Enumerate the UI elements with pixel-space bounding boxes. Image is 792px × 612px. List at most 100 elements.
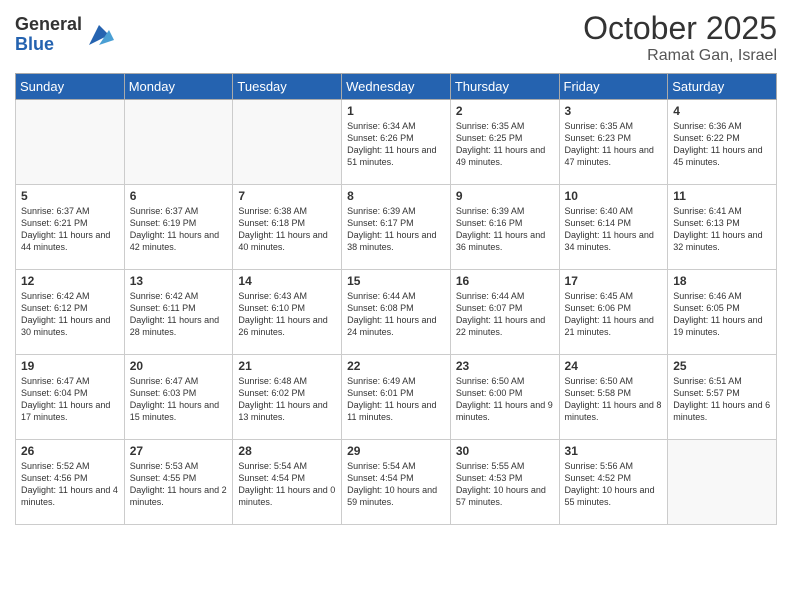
cell-details: Sunrise: 6:39 AMSunset: 6:17 PMDaylight:… bbox=[347, 205, 445, 254]
calendar-cell: 2 Sunrise: 6:35 AMSunset: 6:25 PMDaylight… bbox=[450, 100, 559, 185]
cell-details: Sunrise: 6:37 AMSunset: 6:19 PMDaylight:… bbox=[130, 205, 228, 254]
day-number: 5 bbox=[21, 189, 119, 203]
weekday-header: Wednesday bbox=[342, 74, 451, 100]
header: General Blue October 2025 Ramat Gan, Isr… bbox=[15, 10, 777, 65]
cell-details: Sunrise: 5:54 AMSunset: 4:54 PMDaylight:… bbox=[238, 460, 336, 509]
calendar-cell: 19 Sunrise: 6:47 AMSunset: 6:04 PMDayligh… bbox=[16, 355, 125, 440]
weekday-header: Monday bbox=[124, 74, 233, 100]
calendar-cell: 14Sunrise: 6:43 AMSunset: 6:10 PMDayligh… bbox=[233, 270, 342, 355]
calendar-week-row: 26Sunrise: 5:52 AMSunset: 4:56 PMDayligh… bbox=[16, 440, 777, 525]
cell-details: Sunrise: 5:52 AMSunset: 4:56 PMDaylight:… bbox=[21, 460, 119, 509]
calendar-week-row: 1 Sunrise: 6:34 AMSunset: 6:26 PMDaylight… bbox=[16, 100, 777, 185]
calendar-cell: 7Sunrise: 6:38 AMSunset: 6:18 PMDaylight… bbox=[233, 185, 342, 270]
day-number: 30 bbox=[456, 444, 554, 458]
cell-details: Sunrise: 6:35 AMSunset: 6:23 PMDaylight:… bbox=[565, 120, 663, 169]
cell-details: Sunrise: 5:56 AMSunset: 4:52 PMDaylight:… bbox=[565, 460, 663, 509]
cell-details: Sunrise: 6:44 AMSunset: 6:08 PMDaylight:… bbox=[347, 290, 445, 339]
day-number: 18 bbox=[673, 274, 771, 288]
cell-details: Sunrise: 6:44 AMSunset: 6:07 PMDaylight:… bbox=[456, 290, 554, 339]
calendar-cell: 1 Sunrise: 6:34 AMSunset: 6:26 PMDaylight… bbox=[342, 100, 451, 185]
calendar-cell: 12 Sunrise: 6:42 AMSunset: 6:12 PMDayligh… bbox=[16, 270, 125, 355]
calendar-cell bbox=[16, 100, 125, 185]
cell-details: Sunrise: 6:39 AMSunset: 6:16 PMDaylight:… bbox=[456, 205, 554, 254]
calendar-cell bbox=[668, 440, 777, 525]
calendar-cell bbox=[124, 100, 233, 185]
cell-details: Sunrise: 6:35 AMSunset: 6:25 PMDaylight:… bbox=[456, 120, 554, 169]
day-number: 14 bbox=[238, 274, 336, 288]
cell-details: Sunrise: 6:48 AMSunset: 6:02 PMDaylight:… bbox=[238, 375, 336, 424]
calendar-cell: 25 Sunrise: 6:51 AMSunset: 5:57 PMDayligh… bbox=[668, 355, 777, 440]
weekday-header: Tuesday bbox=[233, 74, 342, 100]
day-number: 29 bbox=[347, 444, 445, 458]
calendar-week-row: 19 Sunrise: 6:47 AMSunset: 6:04 PMDayligh… bbox=[16, 355, 777, 440]
cell-details: Sunrise: 6:34 AMSunset: 6:26 PMDaylight:… bbox=[347, 120, 445, 169]
weekday-header: Thursday bbox=[450, 74, 559, 100]
title-section: October 2025 Ramat Gan, Israel bbox=[583, 10, 777, 65]
day-number: 4 bbox=[673, 104, 771, 118]
day-number: 15 bbox=[347, 274, 445, 288]
day-number: 16 bbox=[456, 274, 554, 288]
calendar-cell: 24 Sunrise: 6:50 AMSunset: 5:58 PMDayligh… bbox=[559, 355, 668, 440]
calendar-cell: 21 Sunrise: 6:48 AMSunset: 6:02 PMDayligh… bbox=[233, 355, 342, 440]
calendar-header-row: SundayMondayTuesdayWednesdayThursdayFrid… bbox=[16, 74, 777, 100]
weekday-header: Saturday bbox=[668, 74, 777, 100]
calendar-cell: 4 Sunrise: 6:36 AMSunset: 6:22 PMDaylight… bbox=[668, 100, 777, 185]
calendar-cell: 11Sunrise: 6:41 AMSunset: 6:13 PMDayligh… bbox=[668, 185, 777, 270]
calendar-cell: 5Sunrise: 6:37 AMSunset: 6:21 PMDaylight… bbox=[16, 185, 125, 270]
day-number: 11 bbox=[673, 189, 771, 203]
calendar-cell bbox=[233, 100, 342, 185]
location: Ramat Gan, Israel bbox=[583, 47, 777, 65]
day-number: 19 bbox=[21, 359, 119, 373]
day-number: 8 bbox=[347, 189, 445, 203]
cell-details: Sunrise: 6:42 AMSunset: 6:11 PMDaylight:… bbox=[130, 290, 228, 339]
cell-details: Sunrise: 6:51 AMSunset: 5:57 PMDaylight:… bbox=[673, 375, 771, 424]
cell-details: Sunrise: 6:50 AMSunset: 6:00 PMDaylight:… bbox=[456, 375, 554, 424]
calendar-table: SundayMondayTuesdayWednesdayThursdayFrid… bbox=[15, 73, 777, 525]
day-number: 9 bbox=[456, 189, 554, 203]
calendar-cell: 8 Sunrise: 6:39 AMSunset: 6:17 PMDaylight… bbox=[342, 185, 451, 270]
calendar-week-row: 5Sunrise: 6:37 AMSunset: 6:21 PMDaylight… bbox=[16, 185, 777, 270]
cell-details: Sunrise: 6:45 AMSunset: 6:06 PMDaylight:… bbox=[565, 290, 663, 339]
calendar-cell: 28 Sunrise: 5:54 AMSunset: 4:54 PMDayligh… bbox=[233, 440, 342, 525]
day-number: 2 bbox=[456, 104, 554, 118]
cell-details: Sunrise: 6:47 AMSunset: 6:04 PMDaylight:… bbox=[21, 375, 119, 424]
calendar-cell: 31 Sunrise: 5:56 AMSunset: 4:52 PMDayligh… bbox=[559, 440, 668, 525]
calendar-cell: 6 Sunrise: 6:37 AMSunset: 6:19 PMDaylight… bbox=[124, 185, 233, 270]
day-number: 3 bbox=[565, 104, 663, 118]
day-number: 25 bbox=[673, 359, 771, 373]
calendar-cell: 13Sunrise: 6:42 AMSunset: 6:11 PMDayligh… bbox=[124, 270, 233, 355]
day-number: 6 bbox=[130, 189, 228, 203]
day-number: 31 bbox=[565, 444, 663, 458]
day-number: 22 bbox=[347, 359, 445, 373]
logo-icon bbox=[84, 20, 114, 50]
day-number: 17 bbox=[565, 274, 663, 288]
day-number: 1 bbox=[347, 104, 445, 118]
calendar-cell: 16 Sunrise: 6:44 AMSunset: 6:07 PMDayligh… bbox=[450, 270, 559, 355]
calendar-cell: 22Sunrise: 6:49 AMSunset: 6:01 PMDayligh… bbox=[342, 355, 451, 440]
logo-text: General Blue bbox=[15, 15, 82, 55]
day-number: 7 bbox=[238, 189, 336, 203]
calendar-cell: 30Sunrise: 5:55 AMSunset: 4:53 PMDayligh… bbox=[450, 440, 559, 525]
cell-details: Sunrise: 6:42 AMSunset: 6:12 PMDaylight:… bbox=[21, 290, 119, 339]
day-number: 12 bbox=[21, 274, 119, 288]
cell-details: Sunrise: 6:36 AMSunset: 6:22 PMDaylight:… bbox=[673, 120, 771, 169]
calendar-cell: 15 Sunrise: 6:44 AMSunset: 6:08 PMDayligh… bbox=[342, 270, 451, 355]
cell-details: Sunrise: 6:50 AMSunset: 5:58 PMDaylight:… bbox=[565, 375, 663, 424]
day-number: 24 bbox=[565, 359, 663, 373]
calendar-cell: 3 Sunrise: 6:35 AMSunset: 6:23 PMDaylight… bbox=[559, 100, 668, 185]
cell-details: Sunrise: 6:47 AMSunset: 6:03 PMDaylight:… bbox=[130, 375, 228, 424]
cell-details: Sunrise: 6:46 AMSunset: 6:05 PMDaylight:… bbox=[673, 290, 771, 339]
calendar-cell: 18 Sunrise: 6:46 AMSunset: 6:05 PMDayligh… bbox=[668, 270, 777, 355]
calendar-week-row: 12 Sunrise: 6:42 AMSunset: 6:12 PMDayligh… bbox=[16, 270, 777, 355]
calendar-cell: 27Sunrise: 5:53 AMSunset: 4:55 PMDayligh… bbox=[124, 440, 233, 525]
day-number: 20 bbox=[130, 359, 228, 373]
cell-details: Sunrise: 6:40 AMSunset: 6:14 PMDaylight:… bbox=[565, 205, 663, 254]
day-number: 21 bbox=[238, 359, 336, 373]
calendar-cell: 10Sunrise: 6:40 AMSunset: 6:14 PMDayligh… bbox=[559, 185, 668, 270]
day-number: 28 bbox=[238, 444, 336, 458]
page: General Blue October 2025 Ramat Gan, Isr… bbox=[0, 0, 792, 612]
cell-details: Sunrise: 5:53 AMSunset: 4:55 PMDaylight:… bbox=[130, 460, 228, 509]
cell-details: Sunrise: 5:54 AMSunset: 4:54 PMDaylight:… bbox=[347, 460, 445, 509]
logo-general: General bbox=[15, 15, 82, 35]
calendar-cell: 23Sunrise: 6:50 AMSunset: 6:00 PMDayligh… bbox=[450, 355, 559, 440]
